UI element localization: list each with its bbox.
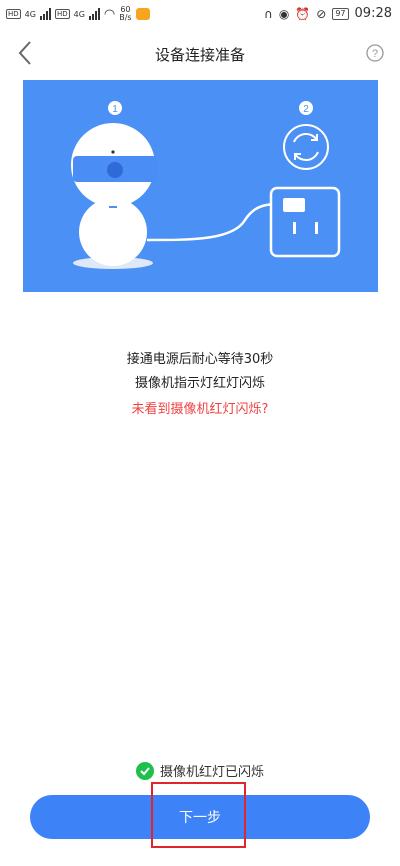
red-light-confirm-checkbox[interactable]: 摄像机红灯已闪烁 — [0, 761, 400, 780]
battery-icon: 97 — [332, 7, 349, 20]
clock: 09:28 — [354, 6, 392, 21]
next-step-button[interactable]: 下一步 — [30, 795, 370, 839]
mute-icon: ⊘ — [316, 6, 327, 21]
camera-plug-illustration: 1 2 — [71, 101, 341, 269]
no-red-light-help-link[interactable]: 未看到摄像机红灯闪烁? — [0, 398, 400, 417]
power-socket — [269, 186, 341, 258]
network-type-2: 4G — [73, 9, 85, 19]
svg-text:?: ? — [372, 48, 378, 60]
hd-icon-2: HD — [54, 9, 70, 19]
signal-icon — [39, 8, 51, 20]
status-bar: HD 4G HD 4G ◠ 60 B/s ∩ ◉ ⏰ ⊘ 97 09:28 — [0, 0, 400, 32]
next-step-label: 下一步 — [179, 810, 221, 826]
instruction-line-1: 接通电源后耐心等待30秒 — [126, 352, 274, 367]
page-title: 设备连接准备 — [154, 46, 245, 64]
header: 设备连接准备 ? — [0, 32, 400, 74]
step-2-badge: 2 — [299, 101, 313, 115]
network-speed: 60 B/s — [119, 5, 132, 22]
instruction-line-2: 摄像机指示灯红灯闪烁 — [134, 376, 265, 391]
power-cable — [146, 202, 286, 242]
camera-drawing — [71, 123, 157, 269]
alarm-icon: ⏰ — [295, 6, 311, 21]
refresh-icon — [283, 124, 329, 170]
wifi-icon: ◠ — [103, 6, 116, 22]
checkmark-icon — [135, 761, 154, 780]
confirm-label: 摄像机红灯已闪烁 — [159, 765, 264, 780]
hd-icon: HD — [6, 9, 21, 19]
signal-icon-2 — [88, 8, 100, 20]
help-icon: ? — [366, 44, 384, 62]
weibo-icon — [135, 8, 150, 20]
headphones-icon: ∩ — [264, 6, 273, 21]
step-2-number: 2 — [303, 104, 309, 115]
step-1-number: 1 — [112, 104, 118, 115]
setup-illustration: 1 2 — [23, 80, 378, 292]
help-button[interactable]: ? — [366, 44, 384, 62]
network-type-1: 4G — [24, 9, 36, 19]
eye-icon: ◉ — [278, 6, 290, 21]
step-1-badge: 1 — [108, 101, 122, 115]
